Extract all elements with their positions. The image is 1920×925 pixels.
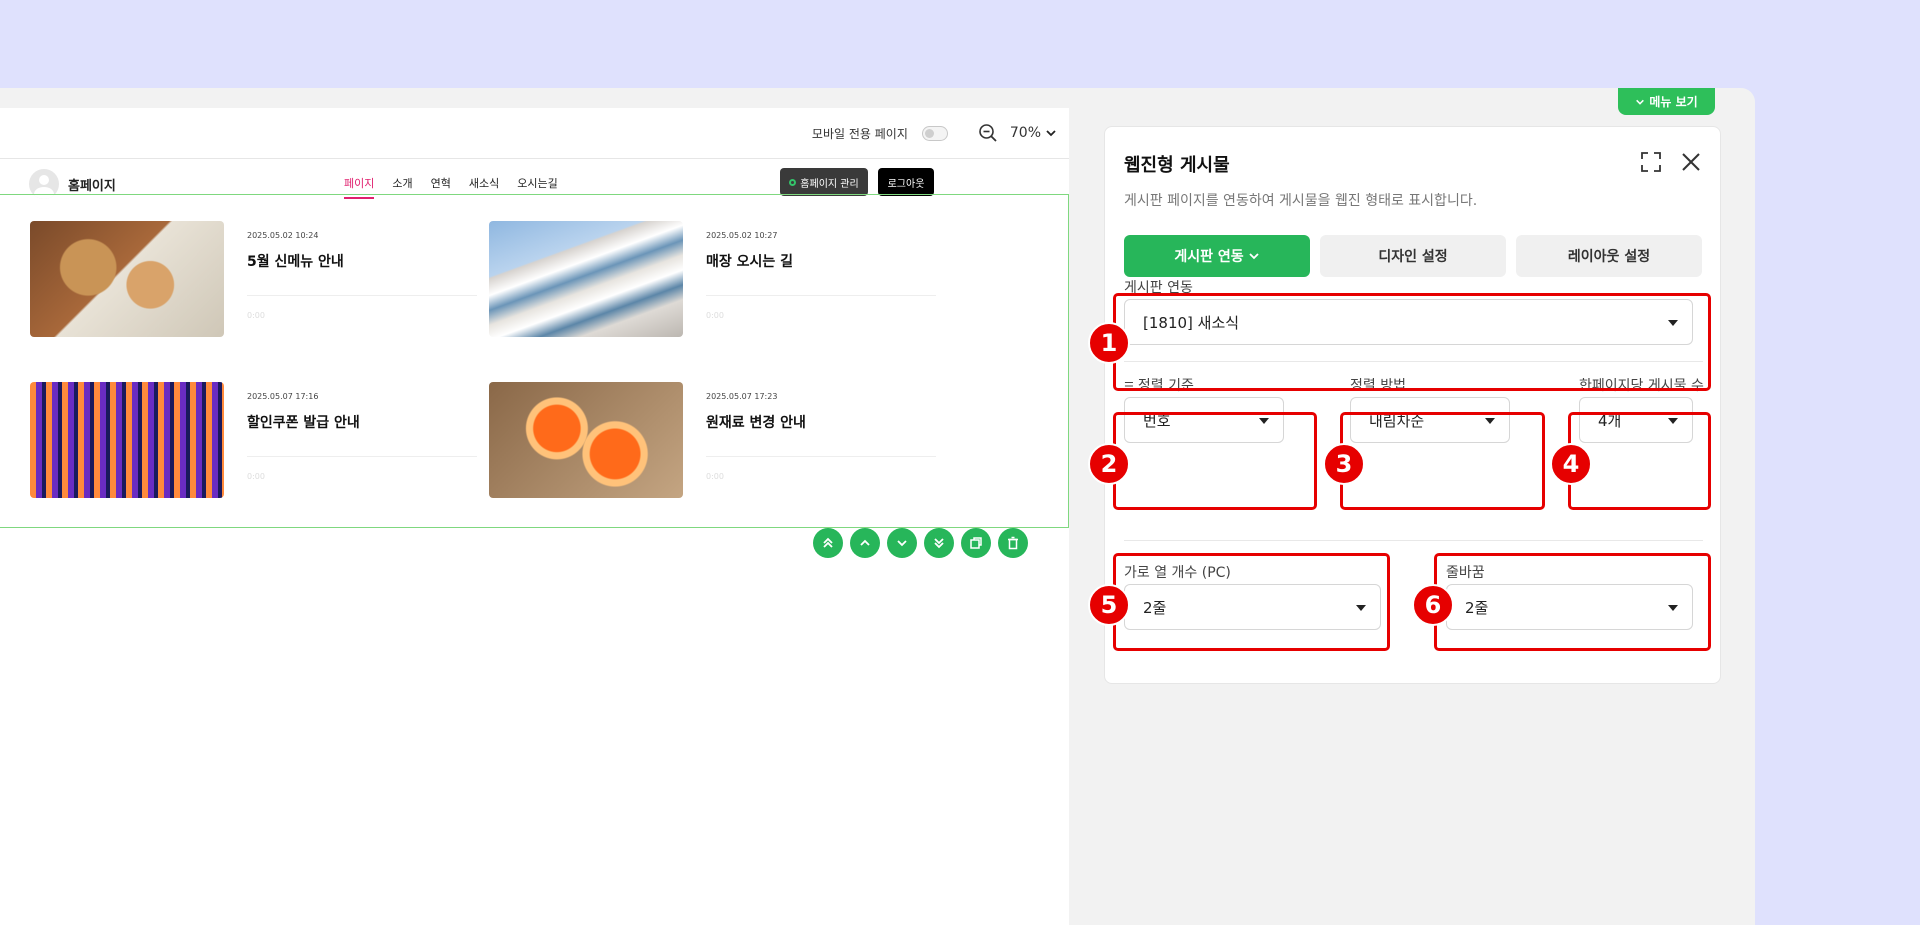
move-down-icon[interactable] xyxy=(887,528,917,558)
site-manage-label: 홈페이지 관리 xyxy=(800,178,859,190)
mobile-only-toggle[interactable] xyxy=(921,125,948,141)
highlight-box-1 xyxy=(1113,293,1711,391)
tab-layout-settings[interactable]: 레이아웃 설정 xyxy=(1516,235,1702,277)
annotation-badge-2: 2 xyxy=(1088,443,1130,485)
post-date: 2025.05.07 17:16 xyxy=(247,392,319,401)
post-title[interactable]: 원재료 변경 안내 xyxy=(706,412,806,432)
chevron-down-icon xyxy=(1636,99,1645,105)
post-thumbnail xyxy=(30,221,224,337)
preview-toolbar: 모바일 전용 페이지 70% xyxy=(0,108,1069,159)
post-meta: 0:00 xyxy=(247,472,265,481)
zoom-level[interactable]: 70% xyxy=(1010,125,1041,141)
highlight-box-3 xyxy=(1340,412,1545,510)
post-divider xyxy=(706,295,936,296)
panel-title: 웹진형 게시물 xyxy=(1124,155,1230,176)
close-icon[interactable] xyxy=(1680,151,1702,173)
gear-icon xyxy=(789,178,797,186)
post-meta: 0:00 xyxy=(706,472,724,481)
post-title[interactable]: 5월 신메뉴 안내 xyxy=(247,251,344,271)
site-name: 홈페이지 xyxy=(68,179,116,194)
tab-board-link-label: 게시판 연동 xyxy=(1174,249,1244,265)
post-title[interactable]: 할인쿠폰 발급 안내 xyxy=(247,412,360,432)
move-bottom-icon[interactable] xyxy=(924,528,954,558)
post-divider xyxy=(247,456,477,457)
section-divider xyxy=(1124,540,1703,541)
tab-design-settings[interactable]: 디자인 설정 xyxy=(1320,235,1506,277)
menu-view-tab[interactable]: 메뉴 보기 xyxy=(1618,88,1715,115)
webzine-board-block[interactable]: 2025.05.02 10:24 5월 신메뉴 안내 0:00 2025.05.… xyxy=(0,194,1069,528)
site-manage-button[interactable]: 홈페이지 관리 xyxy=(780,168,868,196)
annotation-badge-6: 6 xyxy=(1412,584,1454,626)
menu-view-label: 메뉴 보기 xyxy=(1649,95,1698,109)
post-title[interactable]: 매장 오시는 길 xyxy=(706,251,793,271)
post-date: 2025.05.02 10:24 xyxy=(247,231,319,240)
tab-board-link[interactable]: 게시판 연동 xyxy=(1124,235,1310,277)
post-thumbnail xyxy=(30,382,224,498)
post-item[interactable]: 2025.05.02 10:27 매장 오시는 길 0:00 xyxy=(489,221,959,339)
post-meta: 0:00 xyxy=(247,311,265,320)
post-thumbnail xyxy=(489,382,683,498)
post-item[interactable]: 2025.05.07 17:16 할인쿠폰 발급 안내 0:00 xyxy=(30,382,500,500)
highlight-box-6 xyxy=(1434,553,1711,651)
expand-icon[interactable] xyxy=(1640,151,1662,173)
post-date: 2025.05.07 17:23 xyxy=(706,392,778,401)
annotation-badge-5: 5 xyxy=(1088,584,1130,626)
post-divider xyxy=(706,456,936,457)
post-thumbnail xyxy=(489,221,683,337)
move-up-icon[interactable] xyxy=(850,528,880,558)
post-item[interactable]: 2025.05.07 17:23 원재료 변경 안내 0:00 xyxy=(489,382,959,500)
highlight-box-5 xyxy=(1113,553,1390,651)
panel-tabs: 게시판 연동 디자인 설정 레이아웃 설정 xyxy=(1124,235,1702,277)
post-date: 2025.05.02 10:27 xyxy=(706,231,778,240)
post-divider xyxy=(247,295,477,296)
post-item[interactable]: 2025.05.02 10:24 5월 신메뉴 안내 0:00 xyxy=(30,221,500,339)
move-top-icon[interactable] xyxy=(813,528,843,558)
annotation-badge-3: 3 xyxy=(1323,443,1365,485)
logout-button[interactable]: 로그아웃 xyxy=(878,168,934,196)
annotation-badge-1: 1 xyxy=(1088,322,1130,364)
zoom-out-icon[interactable] xyxy=(978,123,998,143)
mobile-only-label: 모바일 전용 페이지 xyxy=(811,126,908,141)
post-meta: 0:00 xyxy=(706,311,724,320)
chevron-down-icon[interactable] xyxy=(1045,127,1057,139)
annotation-badge-4: 4 xyxy=(1550,443,1592,485)
block-toolbar xyxy=(813,528,1028,558)
copy-icon[interactable] xyxy=(961,528,991,558)
chevron-down-icon xyxy=(1249,253,1259,260)
highlight-box-2 xyxy=(1113,412,1317,510)
panel-description: 게시판 페이지를 연동하여 게시물을 웹진 형태로 표시합니다. xyxy=(1124,193,1478,209)
delete-icon[interactable] xyxy=(998,528,1028,558)
